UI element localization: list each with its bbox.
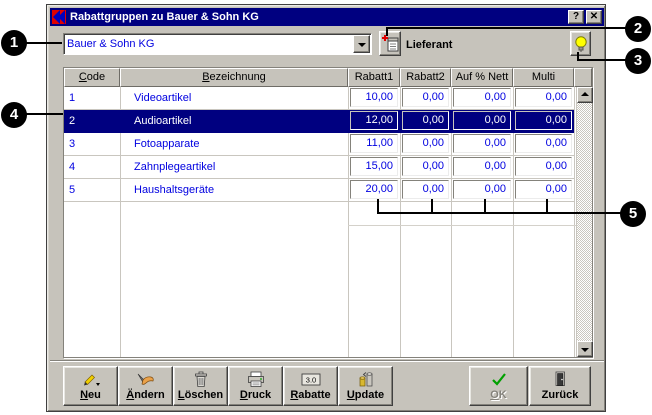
callout-2: 2 xyxy=(625,16,651,42)
scroll-down-icon xyxy=(581,348,589,352)
cell-code: 3 xyxy=(64,133,120,155)
table-body: 1 Videoartikel 10,00 0,00 0,00 0,00 2 Au… xyxy=(64,87,574,202)
callout-3-line xyxy=(577,59,626,61)
hint-button[interactable] xyxy=(570,31,591,56)
coins-icon xyxy=(356,371,376,388)
callout-4-line xyxy=(26,113,63,115)
cell-code: 1 xyxy=(64,87,120,109)
column-header-rabatt2[interactable]: Rabatt2 xyxy=(400,68,451,87)
multi-field[interactable]: 0,00 xyxy=(515,88,572,107)
aendern-button[interactable]: Ändern xyxy=(118,366,173,406)
table-gridline-row xyxy=(348,225,590,226)
dialog-window: Rabattgruppen zu Bauer & Sohn KG ? ✕ Bau… xyxy=(46,4,606,412)
supplier-label: Lieferant xyxy=(406,39,452,51)
rabatt2-field[interactable]: 0,00 xyxy=(402,134,449,153)
table-row-selected[interactable]: 2 Audioartikel 12,00 0,00 0,00 0,00 xyxy=(64,110,574,133)
scroll-up-icon xyxy=(581,92,589,96)
title-bar: Rabattgruppen zu Bauer & Sohn KG ? ✕ xyxy=(50,8,604,26)
printer-icon xyxy=(246,371,266,388)
close-button[interactable]: ✕ xyxy=(586,10,602,24)
rabatt1-field[interactable]: 15,00 xyxy=(350,157,398,176)
rabatt1-field[interactable]: 20,00 xyxy=(350,180,398,199)
svg-text:3.0: 3.0 xyxy=(305,375,315,384)
callout-2-tick xyxy=(386,27,388,36)
zurueck-button[interactable]: Zurück xyxy=(529,366,591,406)
cell-bezeichnung: Fotoapparate xyxy=(120,133,348,155)
loeschen-button[interactable]: Löschen xyxy=(173,366,228,406)
cell-bezeichnung: Videoartikel xyxy=(120,87,348,109)
table-row[interactable]: 1 Videoartikel 10,00 0,00 0,00 0,00 xyxy=(64,87,574,110)
table-header: Code Bezeichnung Rabatt1 Rabatt2 Auf % N… xyxy=(64,68,592,87)
callout-5: 5 xyxy=(620,201,646,227)
scroll-up-button[interactable] xyxy=(577,87,593,103)
chevron-down-icon xyxy=(358,43,366,47)
callout-5-line xyxy=(377,212,622,214)
supplier-combobox[interactable]: Bauer & Sohn KG xyxy=(63,33,372,55)
column-header-rabatt1[interactable]: Rabatt1 xyxy=(348,68,400,87)
rabatt1-field[interactable]: 10,00 xyxy=(350,88,398,107)
rabatt1-field[interactable]: 11,00 xyxy=(350,134,398,153)
rabatte-button[interactable]: 3.0 Rabatte xyxy=(283,366,338,406)
separator-line xyxy=(50,360,604,362)
multi-field[interactable]: 0,00 xyxy=(515,157,572,176)
app-icon xyxy=(52,10,66,24)
lightbulb-icon xyxy=(572,34,590,54)
callout-1-line xyxy=(26,42,62,44)
rabatt2-field[interactable]: 0,00 xyxy=(402,111,449,130)
column-header-code[interactable]: Code xyxy=(64,68,120,87)
column-header-filler xyxy=(574,68,592,87)
callout-2-line xyxy=(386,27,626,29)
checkmark-icon xyxy=(490,372,508,387)
neu-button[interactable]: Neu xyxy=(63,366,118,406)
cell-code: 2 xyxy=(64,110,120,132)
auf-nett-field[interactable]: 0,00 xyxy=(453,88,511,107)
cell-code: 4 xyxy=(64,156,120,178)
auf-nett-field[interactable]: 0,00 xyxy=(453,180,511,199)
column-header-multi[interactable]: Multi xyxy=(513,68,574,87)
door-icon xyxy=(552,371,568,387)
multi-field[interactable]: 0,00 xyxy=(515,111,572,130)
supplier-combobox-value: Bauer & Sohn KG xyxy=(67,37,349,52)
callout-4: 4 xyxy=(1,102,27,128)
druck-button[interactable]: Druck xyxy=(228,366,283,406)
combobox-dropdown-button[interactable] xyxy=(353,35,370,53)
auf-nett-field[interactable]: 0,00 xyxy=(453,157,511,176)
cell-bezeichnung: Audioartikel xyxy=(120,110,348,132)
version-box-icon: 3.0 xyxy=(299,372,323,387)
scroll-down-button[interactable] xyxy=(577,341,593,357)
screenshot-root: Rabattgruppen zu Bauer & Sohn KG ? ✕ Bau… xyxy=(0,0,652,415)
cell-bezeichnung: Haushaltsgeräte xyxy=(120,179,348,201)
update-button[interactable]: Update xyxy=(338,366,393,406)
ok-button[interactable]: OK xyxy=(469,366,528,406)
column-header-bezeichnung[interactable]: Bezeichnung xyxy=(120,68,348,87)
cell-code: 5 xyxy=(64,179,120,201)
pencil-icon xyxy=(81,371,101,387)
help-button[interactable]: ? xyxy=(568,10,584,24)
table-row[interactable]: 5 Haushaltsgeräte 20,00 0,00 0,00 0,00 xyxy=(64,179,574,202)
auf-nett-field[interactable]: 0,00 xyxy=(453,111,511,130)
table-row[interactable]: 4 Zahnplegeartikel 15,00 0,00 0,00 0,00 xyxy=(64,156,574,179)
column-header-auf-nett[interactable]: Auf % Nett xyxy=(451,68,513,87)
multi-field[interactable]: 0,00 xyxy=(515,134,572,153)
supplier-lookup-button[interactable] xyxy=(379,31,401,56)
rabatt1-field[interactable]: 12,00 xyxy=(350,111,398,130)
window-title: Rabattgruppen zu Bauer & Sohn KG xyxy=(70,11,566,23)
auf-nett-field[interactable]: 0,00 xyxy=(453,134,511,153)
multi-field[interactable]: 0,00 xyxy=(515,180,572,199)
trash-icon xyxy=(192,371,210,388)
rabatt2-field[interactable]: 0,00 xyxy=(402,157,449,176)
callout-3: 3 xyxy=(625,48,651,74)
callout-1: 1 xyxy=(1,30,27,56)
vertical-scrollbar[interactable] xyxy=(576,87,592,357)
cell-bezeichnung: Zahnplegeartikel xyxy=(120,156,348,178)
rabatt2-field[interactable]: 0,00 xyxy=(402,180,449,199)
rabatt2-field[interactable]: 0,00 xyxy=(402,88,449,107)
add-supplier-icon xyxy=(381,34,401,53)
table-row[interactable]: 3 Fotoapparate 11,00 0,00 0,00 0,00 xyxy=(64,133,574,156)
hand-edit-icon xyxy=(136,371,156,387)
